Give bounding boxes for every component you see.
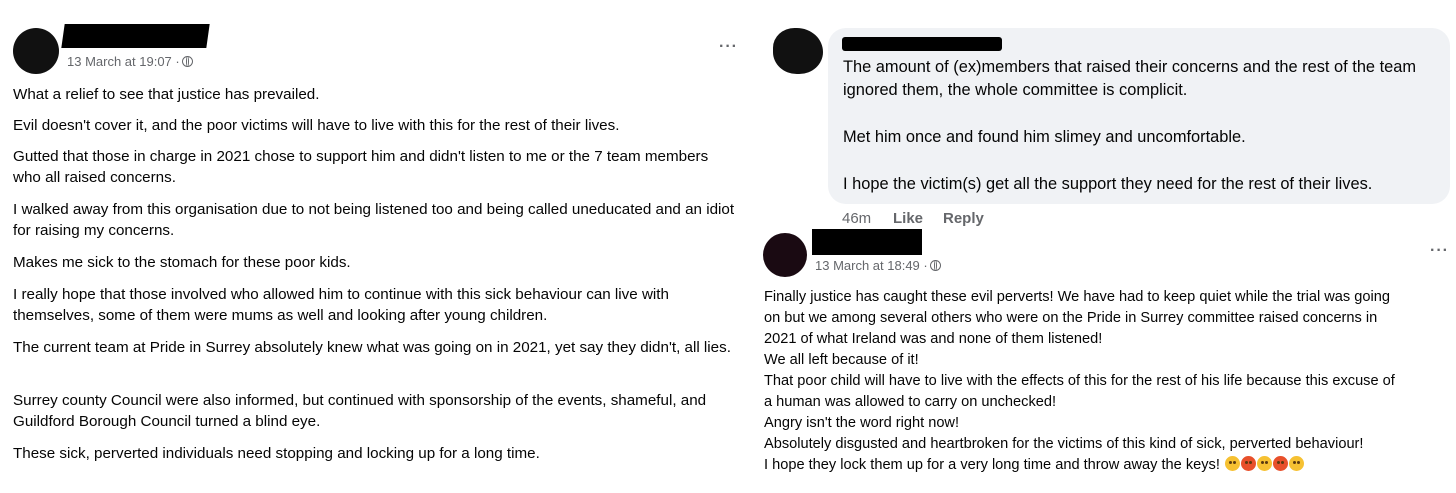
crying-face-icon: [1256, 456, 1272, 471]
post-paragraph: The current team at Pride in Surrey abso…: [13, 339, 731, 356]
post-timestamp[interactable]: 13 March at 18:49 ·: [815, 258, 941, 273]
post-paragraph: Evil doesn't cover it, and the poor vict…: [13, 117, 620, 134]
post-line: on but we among several others who were …: [764, 310, 1378, 326]
post-line: Absolutely disgusted and heartbroken for…: [764, 436, 1364, 452]
avatar[interactable]: [763, 233, 807, 277]
angry-face-icon: [1272, 456, 1288, 471]
angry-face-icon: [1240, 456, 1256, 471]
more-options-button[interactable]: ···: [719, 38, 738, 56]
comment-paragraph: Met him once and found him slimey and un…: [843, 128, 1246, 146]
post-paragraph: I walked away from this organisation due…: [13, 201, 735, 239]
post-line-text: I hope they lock them up for a very long…: [764, 457, 1220, 473]
post-line: We all left because of it!: [764, 352, 919, 368]
redacted-author-name[interactable]: [61, 24, 210, 48]
redacted-author-name[interactable]: [812, 229, 922, 255]
post-line: 2021 of what Ireland was and none of the…: [764, 331, 1103, 347]
timestamp-text: 13 March at 18:49 ·: [815, 258, 928, 273]
post-paragraph: These sick, perverted individuals need s…: [13, 445, 540, 462]
post-paragraph: Makes me sick to the stomach for these p…: [13, 254, 351, 271]
comment-avatar[interactable]: [773, 28, 823, 74]
like-button[interactable]: Like: [893, 210, 923, 227]
post-line: Angry isn't the word right now!: [764, 415, 960, 431]
globe-icon: [181, 56, 193, 67]
post-paragraph: What a relief to see that justice has pr…: [13, 86, 320, 103]
comment-age[interactable]: 46m: [842, 210, 871, 227]
post-timestamp[interactable]: 13 March at 19:07 ·: [67, 54, 193, 69]
post-paragraph: I really hope that those involved who al…: [13, 286, 669, 324]
crying-face-icon: [1288, 456, 1304, 471]
avatar[interactable]: [13, 28, 59, 74]
post-line: a human was allowed to carry on unchecke…: [764, 394, 1057, 410]
reply-button[interactable]: Reply: [943, 210, 984, 227]
comment-paragraph: The amount of (ex)members that raised th…: [843, 58, 1417, 99]
crying-face-icon: [1224, 456, 1240, 471]
globe-icon: [929, 260, 941, 271]
post-line: That poor child will have to live with t…: [764, 373, 1395, 389]
post-paragraph: Gutted that those in charge in 2021 chos…: [13, 148, 709, 186]
post-paragraph: Surrey county Council were also informed…: [13, 392, 707, 430]
redacted-commenter-name[interactable]: [842, 37, 1002, 51]
post-line-with-emojis: I hope they lock them up for a very long…: [764, 455, 1456, 476]
comment-paragraph: I hope the victim(s) get all the support…: [843, 175, 1373, 193]
timestamp-text: 13 March at 19:07 ·: [67, 54, 180, 69]
post-left: 13 March at 19:07 · ··· What a relief to…: [0, 0, 755, 493]
more-options-button[interactable]: ···: [1430, 242, 1449, 260]
post-line: Finally justice has caught these evil pe…: [764, 289, 1390, 305]
